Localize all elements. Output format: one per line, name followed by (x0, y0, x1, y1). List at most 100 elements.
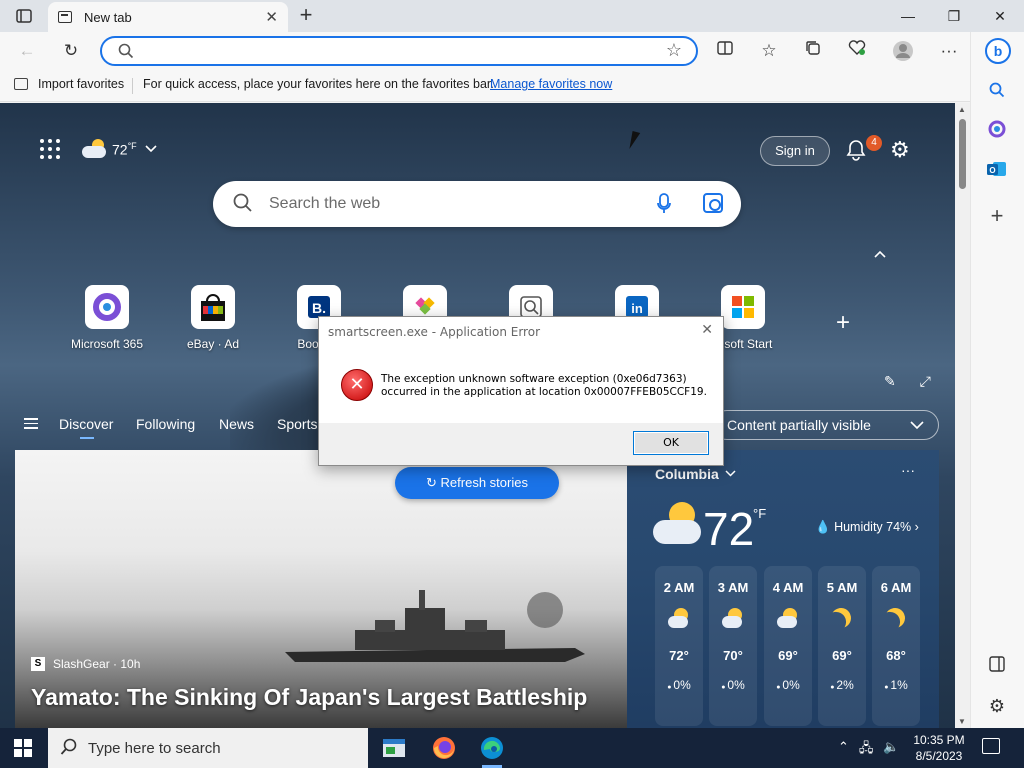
tab-news[interactable]: News (219, 416, 254, 432)
hour-time: 2 AM (663, 580, 695, 595)
microsoft-365-icon[interactable] (985, 120, 1009, 144)
address-input[interactable] (148, 42, 648, 60)
bing-chat-icon[interactable]: b (985, 38, 1011, 64)
weather-location[interactable]: Columbia (655, 466, 719, 482)
profile-avatar[interactable] (892, 40, 914, 62)
sign-in-button[interactable]: Sign in (760, 136, 830, 166)
tab-close-icon[interactable]: ✕ (265, 8, 278, 26)
outlook-icon[interactable]: O (985, 160, 1009, 184)
hour-time: 4 AM (772, 580, 804, 595)
taskbar-clock[interactable]: 10:35 PM 8/5/2023 (904, 732, 974, 764)
hour-temperature: 69° (778, 648, 798, 663)
chevron-up-icon[interactable] (874, 247, 886, 261)
search-icon[interactable] (985, 80, 1009, 104)
hour-rain-value: 1% (890, 678, 908, 692)
water-drop-icon: 💧 (815, 520, 831, 534)
add-quick-link-button[interactable]: + (836, 309, 850, 337)
refresh-stories-button[interactable]: ↻ Refresh stories (395, 467, 559, 499)
hourly-forecast-item[interactable]: 6 AM 68° ● 1% (872, 566, 920, 726)
address-bar[interactable]: ☆ (100, 36, 698, 66)
taskbar-edge-icon[interactable] (478, 734, 506, 768)
humidity[interactable]: 💧 Humidity 74% › (815, 520, 919, 535)
chevron-down-icon[interactable] (145, 142, 157, 156)
weather-temperature[interactable]: 72°F (112, 141, 137, 158)
content-visibility-dropdown[interactable]: Content partially visible (712, 410, 939, 440)
taskbar-app-explorer-icon[interactable] (380, 734, 408, 762)
tab-new-tab[interactable]: New tab ✕ (48, 2, 288, 32)
close-window-button[interactable]: ✕ (990, 6, 1010, 26)
back-arrow-icon[interactable]: ← (16, 40, 38, 62)
partly-cloudy-night-icon (777, 608, 799, 630)
hour-temperature: 72° (669, 648, 689, 663)
chevron-down-icon (910, 417, 924, 433)
hour-precipitation: ● 2% (818, 678, 866, 692)
browser-essentials-icon[interactable] (846, 40, 868, 62)
web-search-box[interactable]: Search the web (213, 181, 741, 227)
action-center-icon[interactable] (982, 738, 1000, 754)
chevron-up-icon[interactable]: ⌃ (838, 739, 849, 761)
tab-discover[interactable]: Discover (59, 416, 113, 432)
scrollbar-thumb[interactable] (959, 119, 966, 189)
taskbar-firefox-icon[interactable] (430, 734, 458, 762)
hourly-forecast-item[interactable]: 2 AM 72° ● 0% (655, 566, 703, 726)
sidebar-settings-icon[interactable]: ⚙ (985, 694, 1009, 718)
page-scrollbar[interactable]: ▲ ▼ (955, 103, 970, 728)
tab-sports[interactable]: Sports (277, 416, 317, 432)
hour-precipitation: ● 0% (764, 678, 812, 692)
split-screen-icon[interactable] (714, 40, 736, 62)
microsoft-365-icon (85, 285, 129, 329)
favorites-icon[interactable]: ☆ (758, 40, 780, 62)
hamburger-menu-icon[interactable] (24, 415, 38, 432)
notifications-bell-icon[interactable] (846, 139, 866, 167)
browser-toolbar: ← ↻ ☆ ☆ ··· (0, 32, 970, 70)
collections-icon[interactable] (802, 40, 824, 62)
taskbar-search-box[interactable]: Type here to search (48, 728, 368, 768)
ok-button[interactable]: OK (633, 431, 709, 455)
volume-icon[interactable]: 🔈 (883, 739, 899, 761)
page-settings-gear-icon[interactable]: ⚙ (890, 137, 910, 163)
active-tab-indicator (80, 437, 94, 439)
app-launcher-icon[interactable] (40, 139, 60, 159)
expand-icon[interactable]: ⤢ (920, 373, 931, 389)
more-menu-icon[interactable]: ··· (938, 40, 960, 62)
microphone-icon[interactable] (657, 193, 671, 220)
moon-icon (831, 608, 853, 630)
minimize-button[interactable]: — (898, 6, 918, 26)
dialog-close-icon[interactable]: ✕ (701, 322, 713, 338)
hourly-forecast-item[interactable]: 3 AM 70° ● 0% (709, 566, 757, 726)
partly-cloudy-icon (82, 139, 108, 159)
add-sidebar-app-icon[interactable]: + (985, 204, 1009, 228)
svg-text:B.: B. (312, 300, 326, 316)
quick-link-ebay[interactable]: eBay · Ad (158, 285, 268, 351)
restore-button[interactable]: ❐ (944, 6, 964, 26)
content-visibility-label: Content partially visible (727, 417, 871, 433)
edge-sidebar: b O + ⚙ (970, 32, 1024, 728)
visual-search-icon[interactable] (703, 193, 723, 213)
tab-following[interactable]: Following (136, 416, 195, 432)
story-source-text: SlashGear · 10h (53, 657, 141, 671)
partly-cloudy-night-icon (668, 608, 690, 630)
story-headline[interactable]: Yamato: The Sinking Of Japan's Largest B… (31, 684, 621, 711)
hourly-forecast-item[interactable]: 5 AM 69° ● 2% (818, 566, 866, 726)
dialog-footer: OK (319, 423, 723, 465)
favorite-star-icon[interactable]: ☆ (666, 40, 682, 61)
manage-favorites-link[interactable]: Manage favorites now (490, 77, 612, 91)
weather-card[interactable]: Columbia ··· 72 °F 💧 Humidity 74% › 2 AM… (627, 450, 939, 728)
quick-link-microsoft-365[interactable]: Microsoft 365 (52, 285, 162, 351)
windows-start-button[interactable] (14, 739, 32, 757)
customize-icon[interactable]: ✎ (884, 373, 896, 389)
page-edit-controls: ✎ ⤢ (884, 373, 931, 390)
hourly-forecast-item[interactable]: 4 AM 69° ● 0% (764, 566, 812, 726)
shopping-bag-icon (191, 285, 235, 329)
scroll-down-arrow-icon[interactable]: ▼ (958, 717, 966, 726)
network-icon[interactable]: 🖧 (859, 739, 874, 761)
new-tab-button[interactable]: + (296, 4, 316, 28)
import-favorites-button[interactable]: Import favorites (14, 77, 124, 91)
refresh-icon[interactable]: ↻ (60, 40, 82, 62)
hide-sidebar-icon[interactable] (985, 654, 1009, 678)
chevron-down-icon[interactable] (725, 466, 736, 480)
more-options-icon[interactable]: ··· (901, 462, 915, 478)
scroll-up-arrow-icon[interactable]: ▲ (958, 105, 966, 114)
svg-text:O: O (989, 166, 995, 175)
tab-actions-menu-icon[interactable] (8, 6, 40, 26)
